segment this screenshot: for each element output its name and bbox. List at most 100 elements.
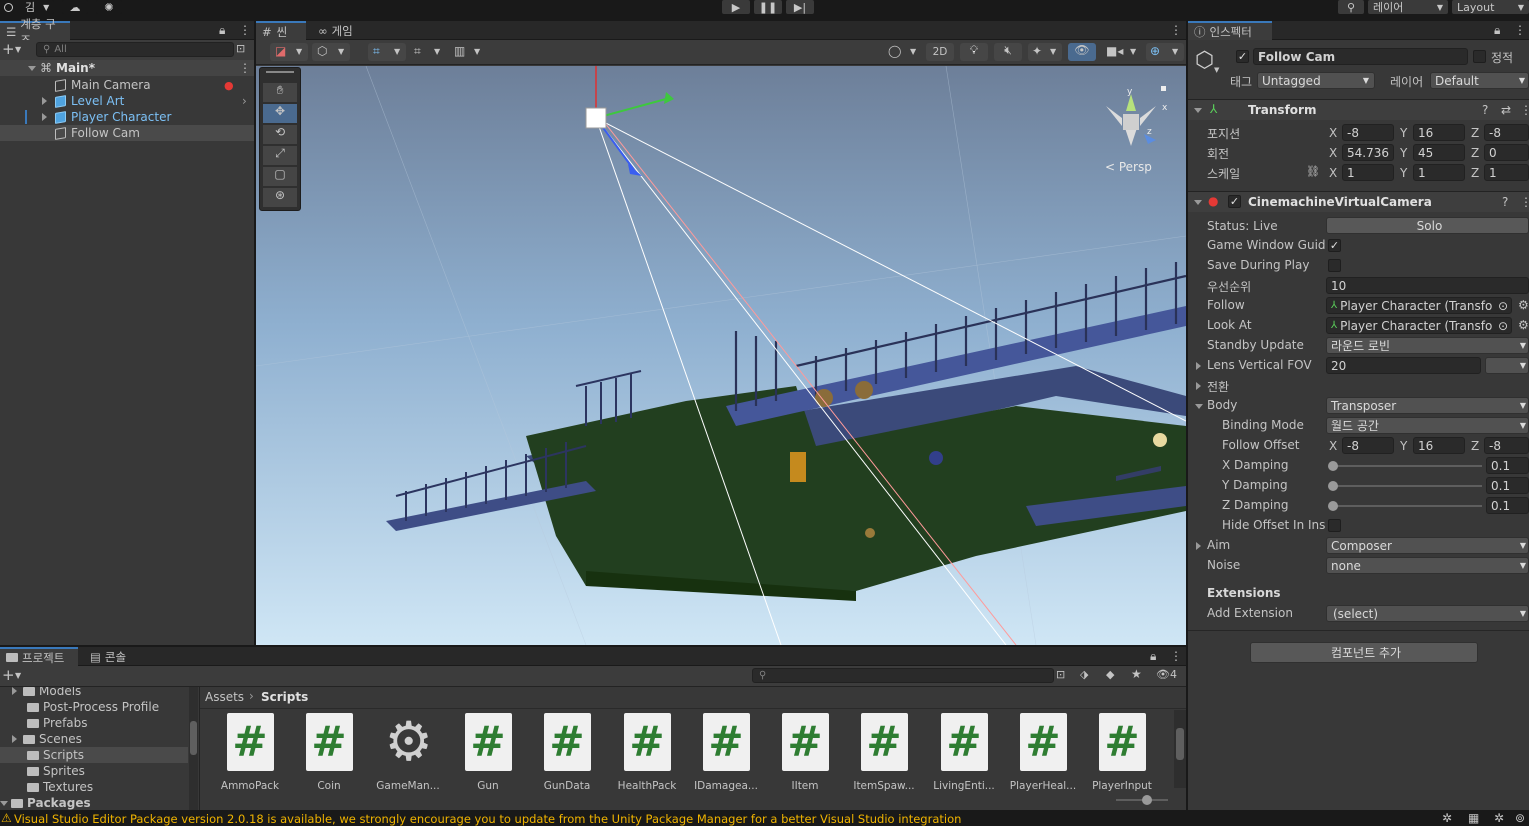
gizmos-button[interactable]: ⊕ ▼ <box>1146 43 1184 61</box>
gizmo-orientation-button[interactable]: ◯ ▼ <box>884 43 922 61</box>
look-at-field[interactable]: ⅄ Player Character (Transfo ⊙ <box>1326 317 1512 334</box>
asset-item[interactable]: # LivingEnti... <box>929 713 999 792</box>
preset-icon[interactable]: ⇄ <box>1501 103 1511 117</box>
account-button[interactable]: 김 ▼ <box>0 0 54 14</box>
chevron-down-icon[interactable] <box>1194 200 1202 205</box>
kebab-menu-icon[interactable]: ⋮ <box>239 23 251 37</box>
lock-icon[interactable]: 🔒︎ <box>219 23 225 38</box>
position-z-field[interactable]: -8 <box>1484 124 1529 141</box>
ruler-button[interactable]: ▥ ▼ <box>450 43 486 61</box>
hand-tool-button[interactable]: ✋︎ <box>263 83 297 102</box>
chevron-down-icon[interactable] <box>1194 108 1202 113</box>
chevron-down-icon[interactable]: ▼ <box>1214 66 1219 74</box>
tab-scene[interactable]: # 씬 <box>256 21 306 40</box>
layers-dropdown[interactable]: 레이어 ▼ <box>1368 0 1448 14</box>
type-filter-icon[interactable]: ⬗ <box>1080 668 1088 681</box>
asset-item[interactable]: # PlayerInput <box>1087 713 1157 792</box>
noise-dropdown[interactable]: none ▼ <box>1326 557 1529 574</box>
hierarchy-search-input[interactable]: ⚲ All <box>36 42 234 57</box>
x-damping-field[interactable]: 0.1 <box>1486 457 1529 474</box>
hierarchy-item-main-camera[interactable]: Main Camera ● <box>0 77 254 93</box>
object-picker-icon[interactable]: ⊙ <box>1498 319 1508 333</box>
lock-icon[interactable]: 🔒︎ <box>1494 23 1500 38</box>
hierarchy-item-follow-cam[interactable]: Follow Cam <box>0 125 254 141</box>
chevron-right-icon[interactable] <box>1196 362 1201 370</box>
search-button[interactable]: ⚲ <box>1338 0 1364 14</box>
bug-icon[interactable]: ✲ <box>1442 811 1452 825</box>
layer-dropdown[interactable]: Default ▼ <box>1430 72 1529 89</box>
chevron-down-icon[interactable] <box>1195 404 1203 409</box>
chevron-down-icon[interactable]: ▼ <box>15 45 21 54</box>
z-damping-field[interactable]: 0.1 <box>1486 497 1529 514</box>
drag-handle[interactable] <box>266 71 294 73</box>
asset-item[interactable]: # Coin <box>294 713 364 792</box>
position-y-field[interactable]: 16 <box>1413 124 1465 141</box>
lighting-toggle[interactable]: 💡︎ <box>960 43 988 61</box>
project-search-input[interactable]: ⚲ <box>752 668 1054 683</box>
scene-viewport[interactable]: x z y <box>256 66 1186 645</box>
add-icon[interactable]: + <box>2 40 15 58</box>
chevron-down-icon[interactable]: ▼ <box>15 671 21 680</box>
kebab-menu-icon[interactable]: ⋮ <box>1514 23 1526 37</box>
icon-size-knob[interactable] <box>1142 795 1152 805</box>
asset-item[interactable]: # ItemSpaw... <box>849 713 919 792</box>
layout-dropdown[interactable]: Layout ▼ <box>1452 0 1529 14</box>
breadcrumb-assets[interactable]: Assets <box>205 690 244 704</box>
standby-dropdown[interactable]: 라운드 로빈 ▼ <box>1326 337 1529 354</box>
folder-item-post-process[interactable]: Post-Process Profile <box>0 699 190 715</box>
x-damping-knob[interactable] <box>1328 461 1338 471</box>
tab-hierarchy[interactable]: ☰ 계층 구조 <box>0 17 70 47</box>
y-damping-knob[interactable] <box>1328 481 1338 491</box>
status-message[interactable]: Visual Studio Editor Package version 2.0… <box>14 812 961 826</box>
help-icon[interactable]: ? <box>1502 195 1508 209</box>
transform-header[interactable]: ⅄ Transform ? ⇄ ⋮ <box>1188 99 1529 120</box>
game-window-guides-checkbox[interactable]: ✓ <box>1328 239 1341 252</box>
body-dropdown[interactable]: Transposer ▼ <box>1326 397 1529 414</box>
asset-grid-scrollbar[interactable] <box>1174 710 1186 788</box>
gear-icon[interactable]: ⚙ <box>1518 298 1529 312</box>
cloud-button[interactable]: ☁ <box>62 0 88 14</box>
z-damping-slider[interactable] <box>1330 505 1482 507</box>
rect-tool-button[interactable]: ▢ <box>263 167 297 186</box>
folder-tree-scrollbar[interactable] <box>189 687 198 810</box>
step-button[interactable]: ▶| <box>786 0 814 14</box>
tab-console[interactable]: ▤ 콘솔 <box>84 647 140 666</box>
kebab-menu-icon[interactable]: ⋮ <box>239 61 251 75</box>
tab-project[interactable]: 프로젝트 <box>0 647 78 666</box>
chevron-right-icon[interactable] <box>1196 382 1201 390</box>
folder-item-prefabs[interactable]: Prefabs <box>0 715 190 731</box>
folder-item-textures[interactable]: Textures <box>0 779 190 795</box>
chevron-right-icon[interactable] <box>42 113 47 121</box>
asset-item[interactable]: # IDamagea... <box>691 713 761 792</box>
chevron-right-icon[interactable] <box>1196 542 1201 550</box>
asset-item[interactable]: ⚙ GameMan... <box>373 713 443 793</box>
rotation-y-field[interactable]: 45 <box>1413 144 1465 161</box>
static-checkbox[interactable] <box>1473 50 1486 63</box>
scale-tool-button[interactable]: ⤢ <box>263 146 297 165</box>
rotate-tool-button[interactable]: ⟲ <box>263 125 297 144</box>
asset-item[interactable]: # GunData <box>532 713 602 792</box>
aim-dropdown[interactable]: Composer ▼ <box>1326 537 1529 554</box>
object-name-field[interactable]: Follow Cam <box>1253 48 1468 65</box>
lock-icon[interactable]: 🔒︎ <box>1150 649 1156 664</box>
folder-item-sprites[interactable]: Sprites <box>0 763 190 779</box>
scrollbar-thumb[interactable] <box>190 721 197 755</box>
asset-item[interactable]: # AmmoPack <box>215 713 285 792</box>
folder-item-packages[interactable]: Packages <box>0 795 190 810</box>
gear-icon[interactable]: ✲ <box>1494 811 1504 825</box>
transform-tool-button[interactable]: ⊛ <box>263 188 297 207</box>
rotation-z-field[interactable]: 0 <box>1484 144 1529 161</box>
asset-item[interactable]: # Gun <box>453 713 523 792</box>
help-icon[interactable]: ? <box>1482 103 1488 117</box>
follow-offset-y-field[interactable]: 16 <box>1413 437 1465 454</box>
x-damping-slider[interactable] <box>1330 465 1482 467</box>
favorite-icon[interactable]: ★ <box>1131 667 1142 681</box>
add-extension-dropdown[interactable]: (select) ▼ <box>1326 605 1529 622</box>
scrollbar-thumb[interactable] <box>1176 728 1184 760</box>
tab-game[interactable]: ∞ 게임 <box>312 21 368 40</box>
camera-settings-button[interactable]: ■◂ ▼ <box>1102 43 1142 61</box>
hide-offset-checkbox[interactable] <box>1328 519 1341 532</box>
scale-z-field[interactable]: 1 <box>1484 164 1529 181</box>
kebab-menu-icon[interactable]: ⋮ <box>1170 649 1182 663</box>
chevron-right-icon[interactable] <box>12 735 17 743</box>
